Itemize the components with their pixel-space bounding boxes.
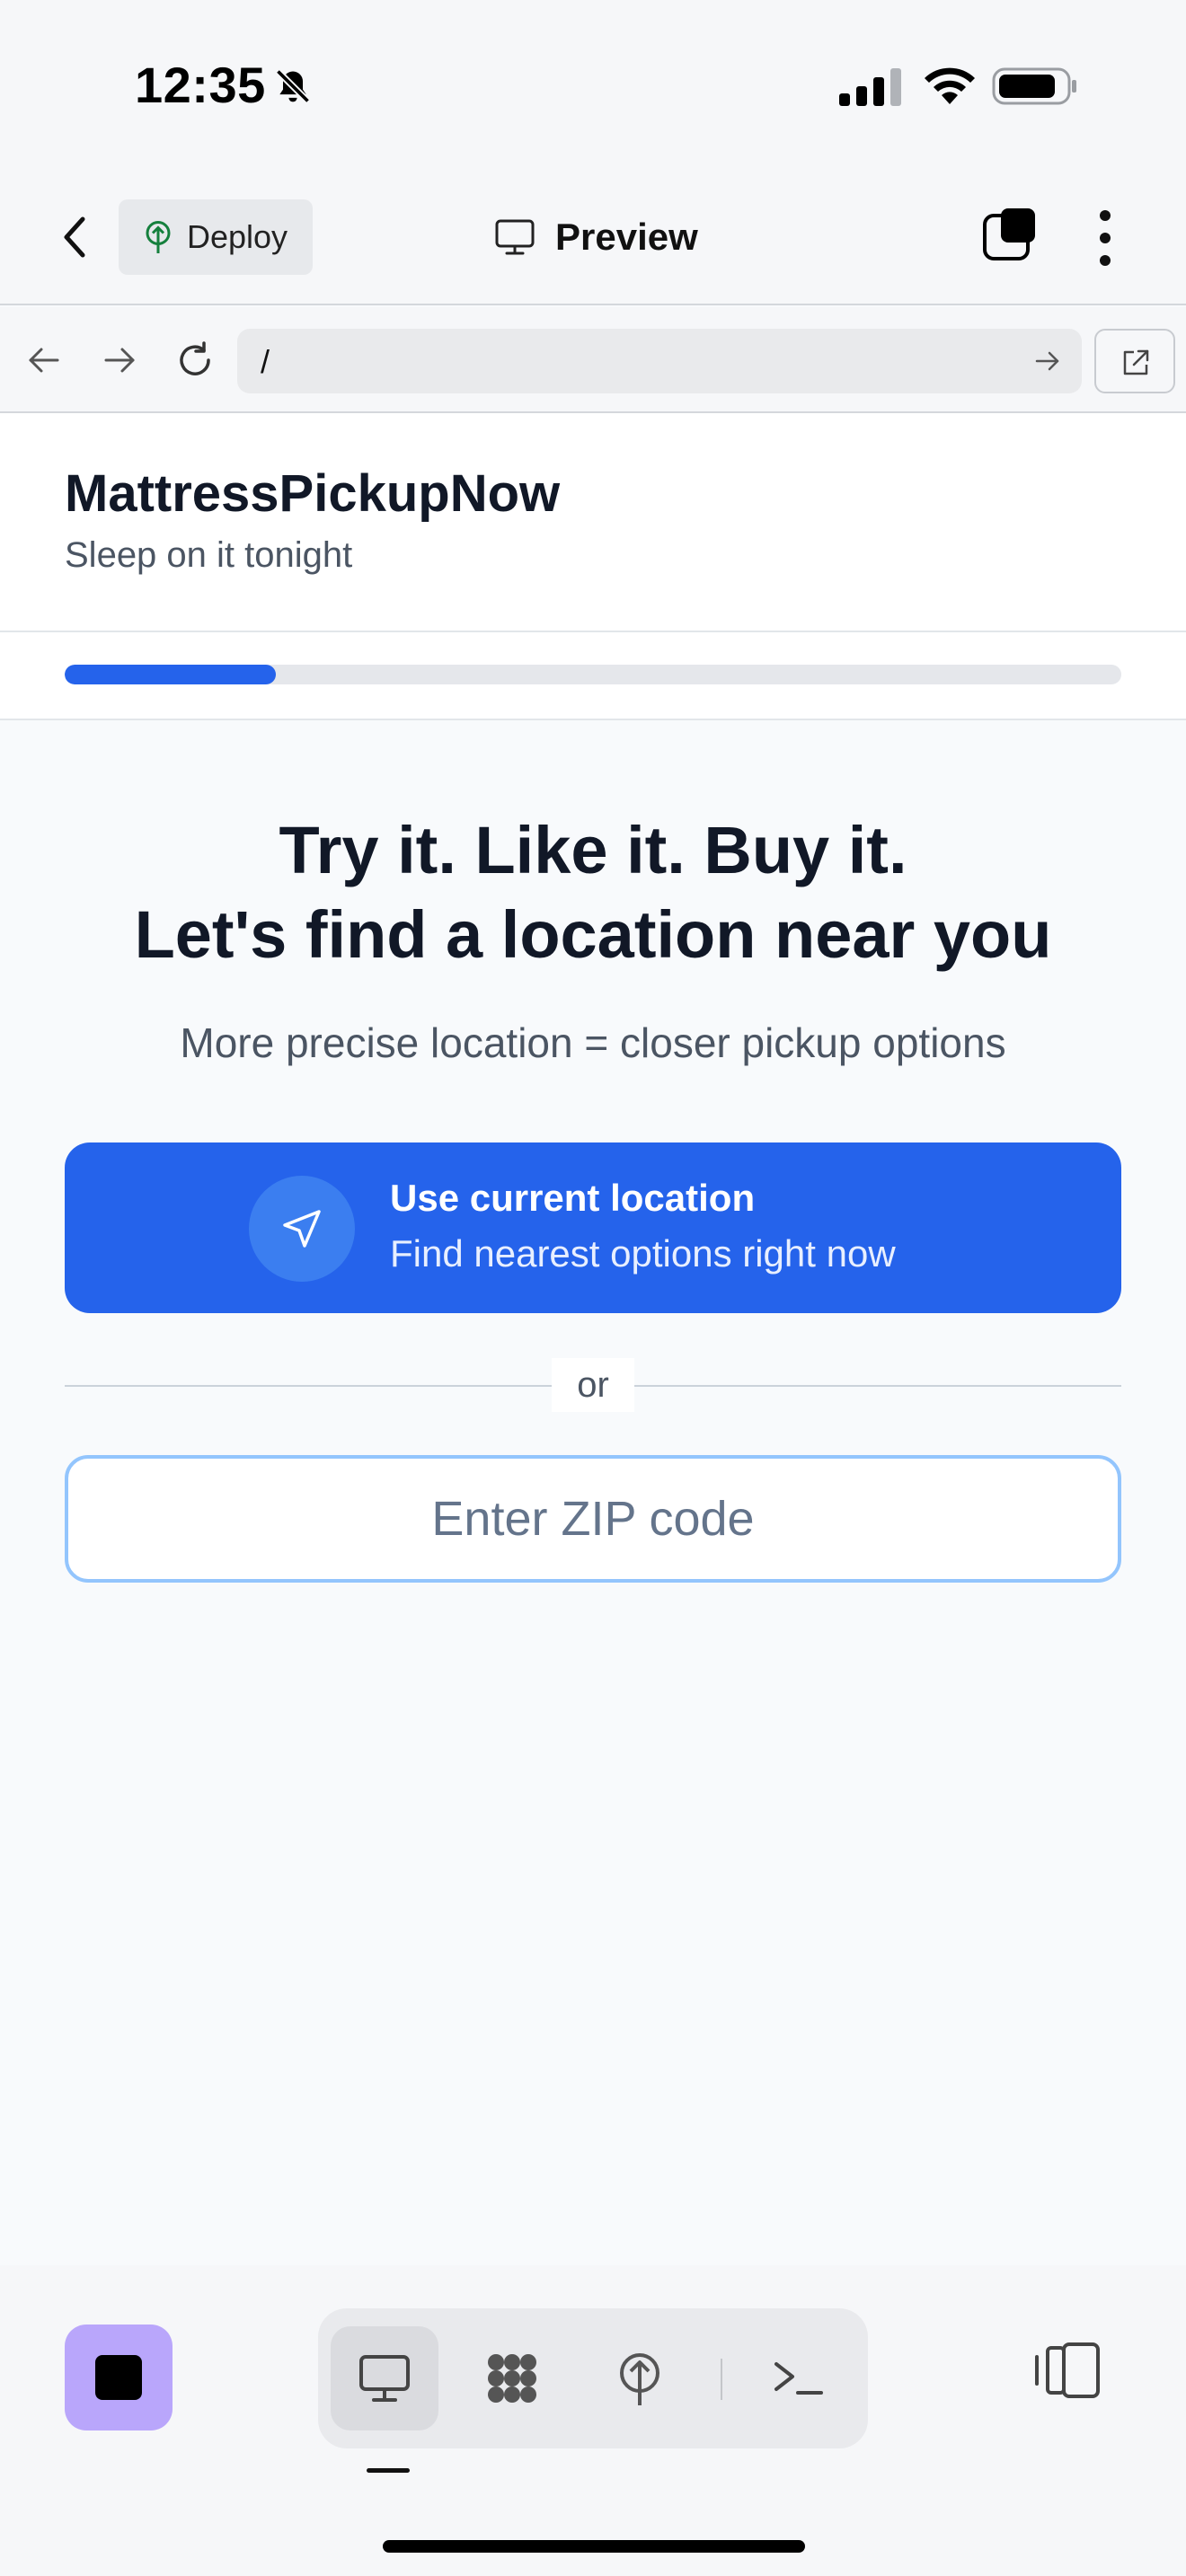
divider-line-right [634, 1385, 1121, 1387]
more-vertical-icon[interactable] [1091, 207, 1120, 269]
tab-workflow[interactable] [458, 2326, 566, 2430]
reload-icon[interactable] [174, 340, 216, 381]
panel-toggle-icon[interactable] [1033, 2339, 1102, 2402]
arrow-right-icon[interactable] [99, 340, 140, 381]
deploy-tree-icon [620, 2353, 659, 2405]
progress-section [0, 632, 1186, 720]
site-brand: MattressPickupNow [65, 464, 561, 523]
bottom-toolbar [0, 2265, 1186, 2576]
home-indicator [383, 2540, 805, 2553]
divider-or: or [552, 1358, 634, 1412]
monitor-icon [359, 2355, 410, 2402]
toolbar-separator [721, 2359, 722, 2400]
location-button-title: Use current location [390, 1177, 756, 1219]
bell-slash-icon [275, 68, 311, 104]
preview-label: Preview [555, 216, 698, 258]
app-screen: 12:35 Deploy Preview / MattressPickupNow… [0, 0, 1186, 2576]
chevron-left-icon[interactable] [58, 210, 93, 264]
headline-line-2: Let's find a location near you [134, 897, 1052, 972]
active-tab-indicator [367, 2468, 410, 2473]
stop-button[interactable] [65, 2325, 173, 2430]
tab-preview[interactable] [331, 2326, 438, 2430]
divider-line-left [65, 1385, 552, 1387]
tab-deploy[interactable] [586, 2326, 694, 2430]
progress-fill [65, 665, 277, 684]
wifi-icon [925, 67, 975, 104]
url-text: / [261, 343, 270, 380]
app-header: Deploy Preview [0, 171, 1186, 305]
url-field[interactable]: / [237, 329, 1082, 393]
hero-subline: More precise location = closer pickup op… [180, 1019, 1006, 1066]
progress-bar [65, 665, 1121, 684]
terminal-icon [774, 2362, 823, 2395]
browser-bar: / [0, 307, 1186, 413]
tab-console[interactable] [744, 2326, 852, 2430]
monitor-icon [495, 219, 535, 255]
battery-icon [992, 67, 1076, 105]
site-tagline: Sleep on it tonight [65, 535, 353, 575]
external-link-icon [1123, 349, 1149, 375]
tabs-icon[interactable] [981, 207, 1039, 264]
deploy-button[interactable]: Deploy [119, 199, 313, 275]
cellular-signal-icon [839, 68, 901, 106]
location-button-subtitle: Find nearest options right now [390, 1232, 896, 1275]
arrow-left-icon[interactable] [23, 340, 65, 381]
deploy-label: Deploy [187, 218, 288, 255]
status-bar: 12:35 [0, 0, 1186, 171]
location-icon-circle [249, 1176, 355, 1282]
view-switcher [318, 2308, 868, 2448]
go-arrow-icon[interactable] [1033, 347, 1062, 375]
hero-headline: Try it. Like it. Buy it. Let's find a lo… [0, 808, 1186, 977]
site-header: MattressPickupNow Sleep on it tonight [0, 413, 1186, 632]
deploy-tree-icon [146, 221, 171, 253]
workflow-icon [488, 2354, 536, 2403]
stop-icon [95, 2355, 142, 2400]
navigation-arrow-icon [283, 1210, 321, 1248]
use-current-location-button[interactable]: Use current location Find nearest option… [65, 1142, 1121, 1313]
open-external-button[interactable] [1094, 329, 1175, 393]
preview-title: Preview [494, 210, 698, 264]
headline-line-1: Try it. Like it. Buy it. [279, 813, 907, 887]
zip-code-input[interactable] [65, 1455, 1121, 1583]
status-time: 12:35 [135, 57, 266, 113]
